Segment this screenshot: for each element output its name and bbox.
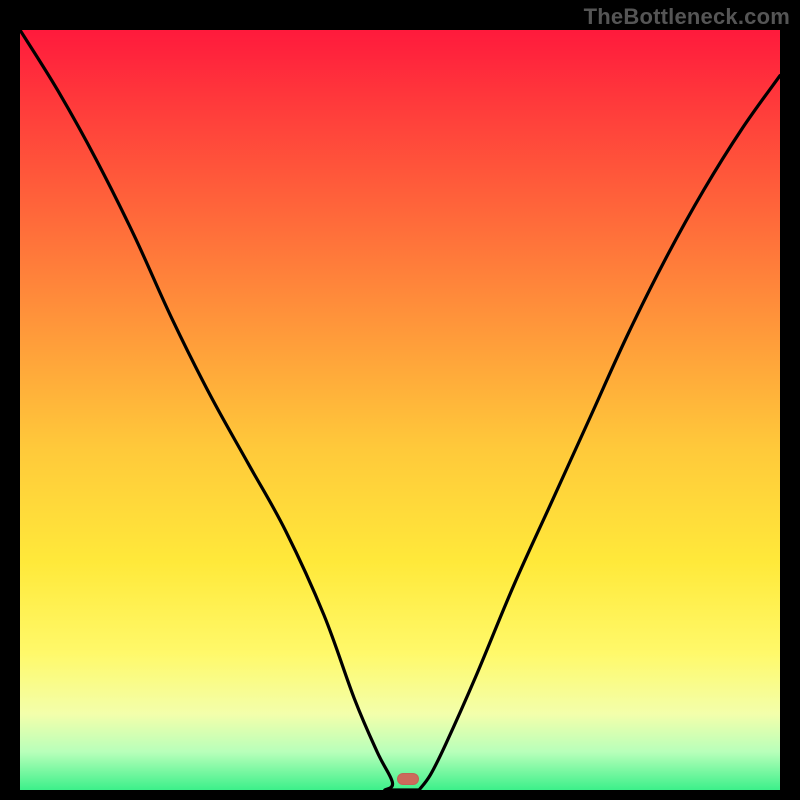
notch-marker [397, 773, 419, 785]
watermark-text: TheBottleneck.com [584, 4, 790, 30]
curve-svg [20, 30, 780, 790]
chart-frame: TheBottleneck.com [0, 0, 800, 800]
bottleneck-curve-path [20, 30, 780, 790]
plot-area [20, 30, 780, 790]
